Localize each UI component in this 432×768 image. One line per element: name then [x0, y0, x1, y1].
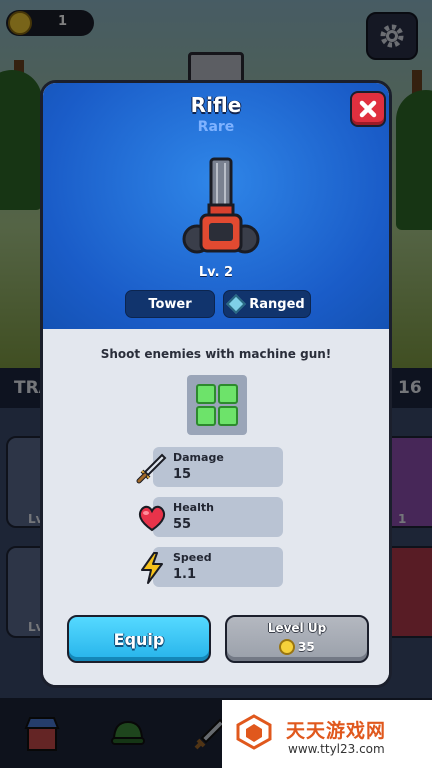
close-icon: [359, 100, 377, 118]
item-rarity: Rare: [197, 119, 235, 135]
stat-damage: Damage 15: [153, 447, 283, 487]
lightning-icon: [135, 551, 169, 585]
tag-label: Tower: [148, 296, 192, 312]
sword-icon: [135, 451, 169, 485]
watermark-title: 天天游戏网: [286, 720, 387, 742]
item-description: Shoot enemies with machine gun!: [100, 347, 332, 361]
footprint-cell: [218, 406, 238, 426]
stat-label: Speed: [173, 551, 212, 564]
watermark: 天天游戏网 www.ttyl23.com: [222, 700, 432, 768]
watermark-url: www.ttyl23.com: [288, 742, 385, 756]
item-level: Lv. 2: [198, 265, 234, 280]
stat-value: 1.1: [173, 567, 197, 582]
equip-label: Equip: [113, 629, 165, 649]
level-up-cost: 35: [279, 639, 315, 655]
modal-header: Rifle Rare Lv. 2 Tower Ranged: [43, 83, 389, 329]
close-button[interactable]: [350, 91, 386, 127]
modal-body: Shoot enemies with machine gun! Damage 1…: [43, 329, 389, 685]
rifle-icon: [182, 157, 260, 254]
coin-icon: [279, 639, 295, 655]
cost-value: 35: [298, 640, 315, 654]
equip-button[interactable]: Equip: [67, 615, 211, 663]
level-up-button[interactable]: Level Up 35: [225, 615, 369, 663]
stat-value: 55: [173, 517, 192, 532]
item-name: Rifle: [190, 93, 242, 117]
stat-value: 15: [173, 467, 192, 482]
tag-tower: Tower: [125, 290, 215, 318]
watermark-logo-icon: [236, 714, 272, 750]
stat-speed: Speed 1.1: [153, 547, 283, 587]
stat-label: Health: [173, 501, 214, 514]
heart-icon: [135, 501, 169, 535]
ranged-icon: [226, 294, 247, 314]
footprint-cell: [218, 384, 238, 404]
footprint-grid: [187, 375, 247, 435]
footprint-cell: [196, 406, 216, 426]
tag-ranged: Ranged: [223, 290, 311, 318]
tag-label: Ranged: [249, 296, 305, 312]
stat-health: Health 55: [153, 497, 283, 537]
stat-label: Damage: [173, 451, 224, 464]
item-detail-modal: Rifle Rare Lv. 2 Tower Ranged Shoot enem…: [40, 80, 392, 688]
footprint-cell: [196, 384, 216, 404]
level-up-label: Level Up: [267, 621, 327, 635]
